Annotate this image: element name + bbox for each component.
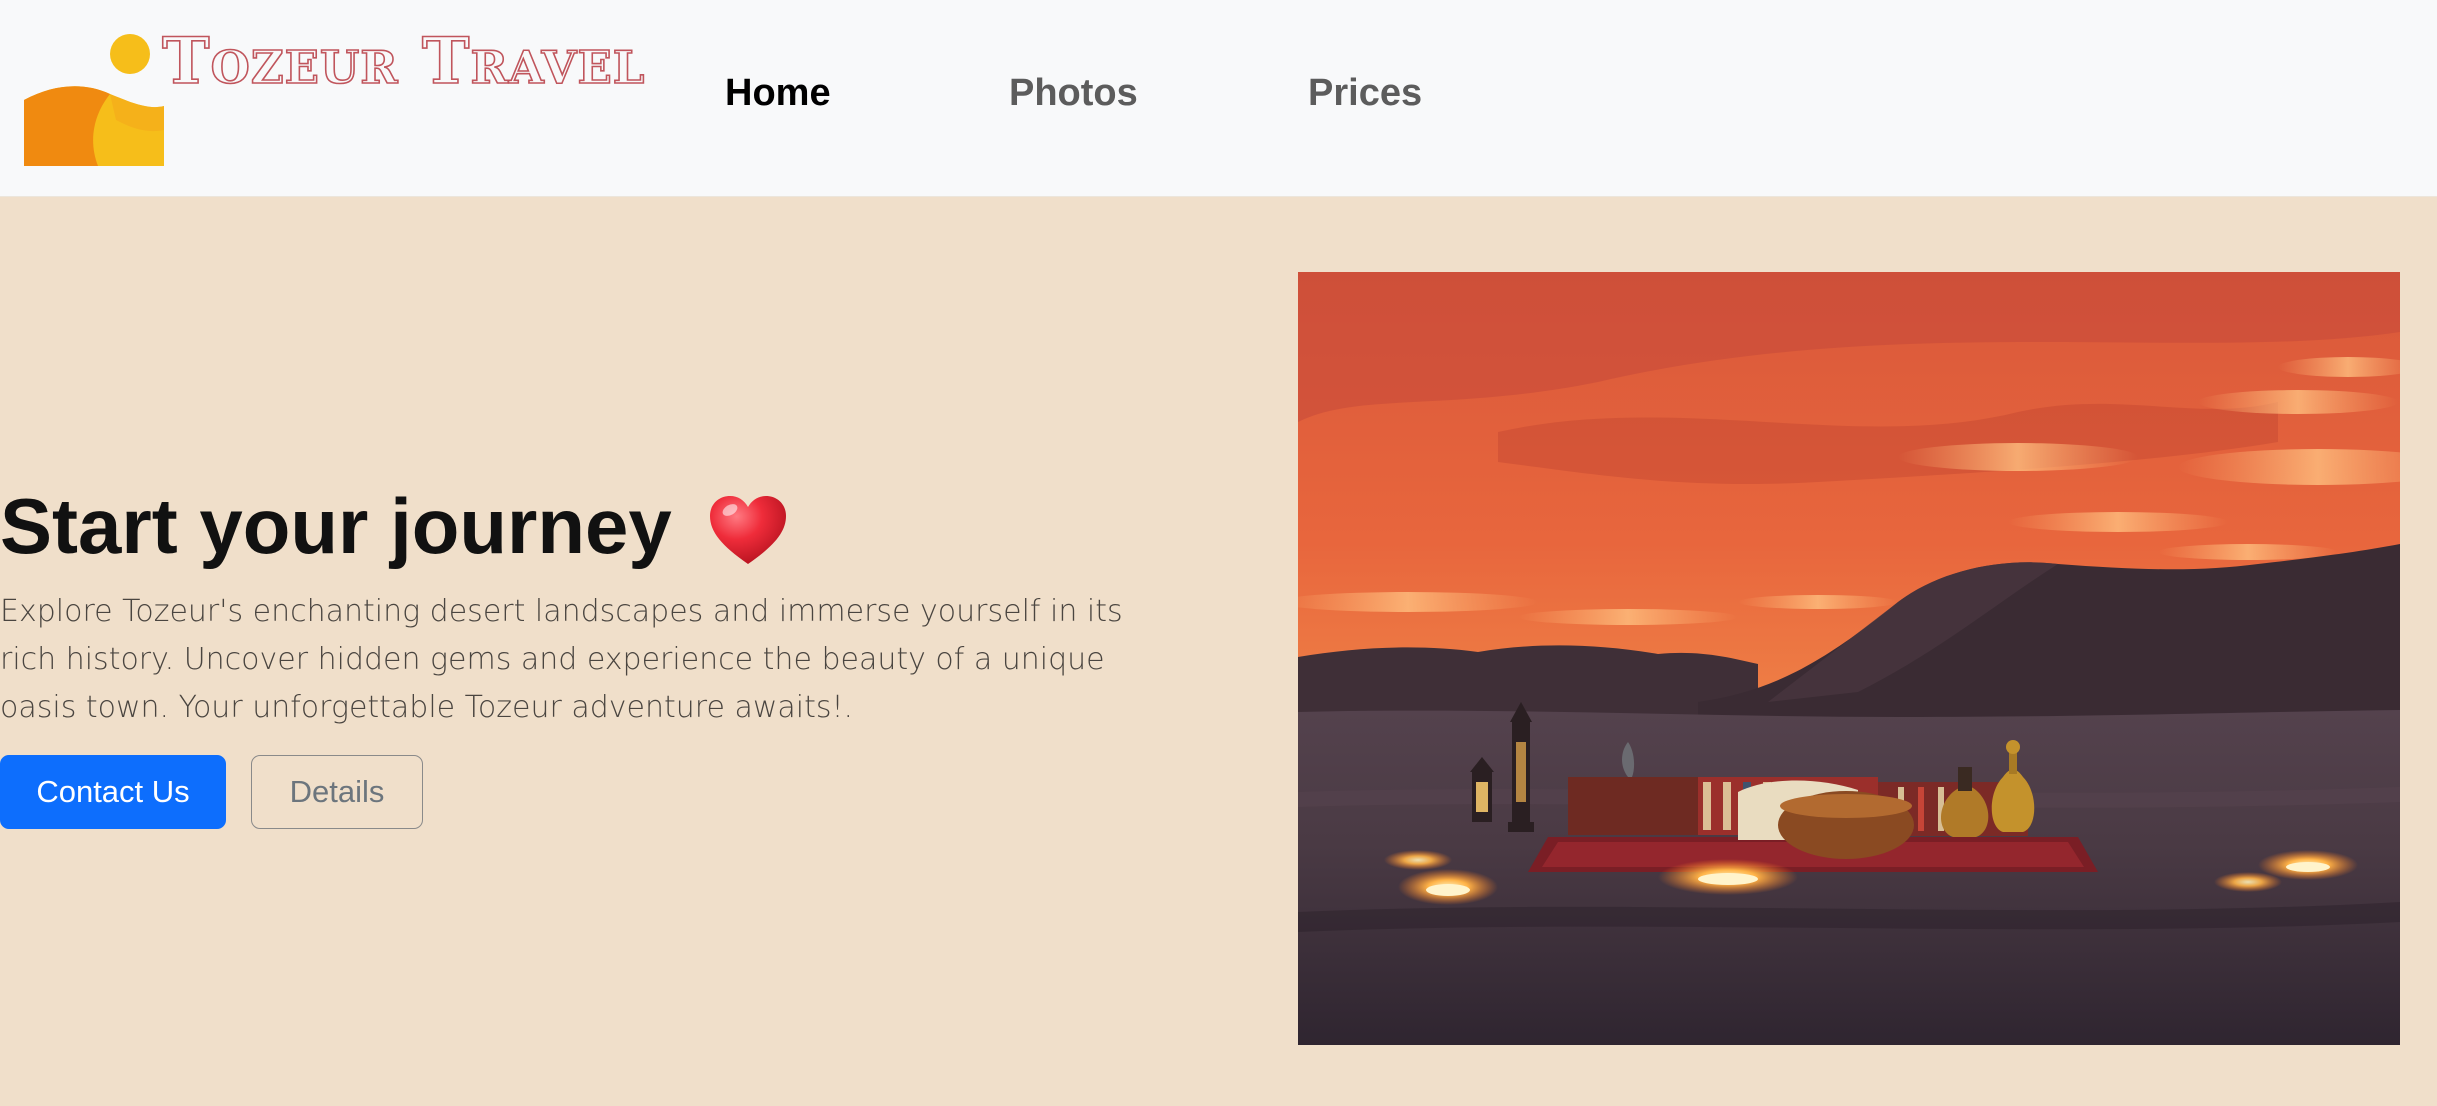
nav-item-prices[interactable]: Prices <box>1308 74 1422 112</box>
hero-title-text: Start your journey <box>0 482 672 570</box>
desert-sunset-camp-image <box>1298 272 2400 1045</box>
red-heart-icon <box>709 495 786 564</box>
nav-item-photos[interactable]: Photos <box>1009 74 1138 112</box>
brand-link[interactable] <box>24 30 164 166</box>
hero-title: Start your journey <box>0 482 788 570</box>
contact-us-button[interactable]: Contact Us <box>0 755 226 829</box>
nav-item-home[interactable]: Home <box>725 74 831 112</box>
brand-name[interactable]: Tozeur Travel <box>161 29 645 95</box>
desert-sun-logo-icon <box>24 34 164 166</box>
hero-description: Explore Tozeur's enchanting desert lands… <box>0 594 1123 725</box>
navbar: Tozeur Travel Home Photos Prices <box>0 0 2437 197</box>
details-button[interactable]: Details <box>251 755 423 829</box>
